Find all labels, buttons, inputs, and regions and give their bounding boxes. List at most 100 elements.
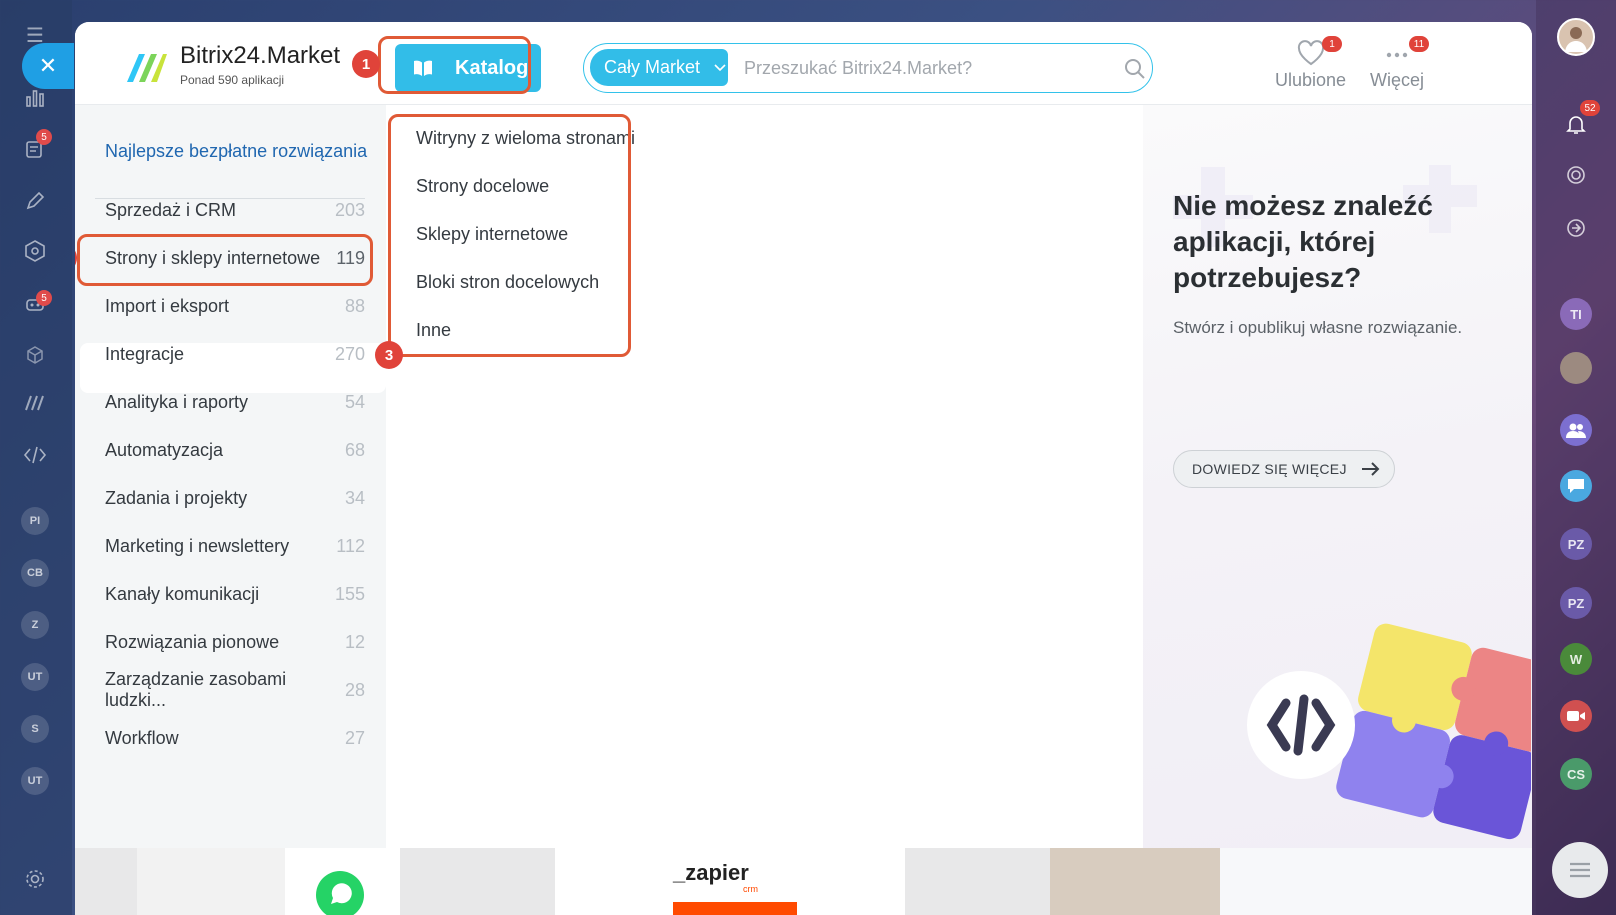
category-count: 119 bbox=[336, 247, 365, 268]
settings-gear-icon[interactable] bbox=[20, 864, 50, 894]
category-count: 112 bbox=[336, 535, 365, 556]
search-bar: Cały Market bbox=[583, 43, 1153, 93]
category-count: 54 bbox=[344, 391, 365, 412]
sidebar-avatar[interactable]: PI bbox=[21, 507, 49, 535]
sidebar-avatar[interactable]: Z bbox=[21, 611, 49, 639]
chat-bubble-icon[interactable] bbox=[1560, 470, 1592, 502]
category-item[interactable]: Marketing i newslettery 112 bbox=[105, 531, 365, 561]
sidebar-avatar[interactable]: UT bbox=[21, 767, 49, 795]
category-label: Marketing i newslettery bbox=[105, 535, 290, 556]
category-item[interactable]: Automatyzacja 68 bbox=[105, 435, 365, 465]
more-badge: 11 bbox=[1409, 36, 1429, 52]
cube-icon[interactable] bbox=[20, 340, 50, 370]
category-count: 27 bbox=[344, 727, 365, 748]
tasks-badge: 5 bbox=[36, 129, 52, 145]
subcategory-item[interactable]: Sklepy internetowe bbox=[416, 224, 568, 245]
category-count: 270 bbox=[334, 343, 365, 364]
favorites-label: Ulubione bbox=[1275, 70, 1347, 90]
video-call-icon[interactable] bbox=[1560, 700, 1592, 732]
contact-avatar-photo[interactable] bbox=[1560, 352, 1592, 384]
category-label: Strony i sklepy internetowe bbox=[105, 247, 321, 268]
category-label: Zarządzanie zasobami ludzki... bbox=[105, 669, 287, 710]
market-subtitle: Ponad 590 aplikacji bbox=[180, 73, 285, 87]
category-item[interactable]: Import i eksport 88 bbox=[105, 291, 365, 321]
menu-fab-button[interactable] bbox=[1552, 842, 1608, 898]
app-tile-zapier[interactable]: _zapier crm bbox=[555, 848, 905, 915]
learn-more-button[interactable]: DOWIEDZ SIĘ WIĘCEJ bbox=[1173, 450, 1395, 488]
robot-badge: 5 bbox=[36, 290, 52, 306]
app-tile-whatsapp[interactable] bbox=[285, 848, 400, 915]
market-panel: Bitrix24.Market Ponad 590 aplikacji Kata… bbox=[75, 22, 1532, 848]
search-scope-select[interactable]: Cały Market bbox=[590, 49, 728, 86]
learn-more-label: DOWIEDZ SIĘ WIĘCEJ bbox=[1192, 461, 1347, 477]
sidebar-avatar[interactable]: UT bbox=[21, 663, 49, 691]
category-item[interactable]: Workflow 27 bbox=[105, 723, 365, 753]
target-icon[interactable] bbox=[1560, 159, 1592, 191]
contact-avatar[interactable]: W bbox=[1560, 643, 1592, 675]
category-count: 203 bbox=[334, 199, 365, 220]
subcategory-item[interactable]: Inne bbox=[416, 320, 451, 341]
subcategory-item[interactable]: Bloki stron docelowych bbox=[416, 272, 599, 293]
search-icon[interactable] bbox=[1124, 58, 1146, 80]
promo-panel: Nie możesz znaleźć aplikacji, której pot… bbox=[1143, 105, 1532, 848]
category-label: Automatyzacja bbox=[105, 439, 224, 460]
zapier-bar bbox=[673, 902, 797, 915]
contact-avatar[interactable]: PZ bbox=[1560, 587, 1592, 619]
category-count: 88 bbox=[344, 295, 365, 316]
notifications-badge: 52 bbox=[1580, 100, 1600, 116]
list-menu-icon bbox=[1570, 862, 1590, 878]
category-count: 12 bbox=[344, 631, 365, 652]
chevron-down-icon bbox=[714, 63, 726, 71]
top-free-solutions-link[interactable]: Najlepsze bezpłatne rozwiązania bbox=[105, 141, 367, 162]
market-logo-icon bbox=[127, 54, 167, 82]
category-item[interactable]: Sprzedaż i CRM 203 bbox=[105, 195, 365, 225]
category-item[interactable]: Integracje 270 bbox=[105, 339, 365, 369]
search-chat-icon[interactable] bbox=[1560, 212, 1592, 244]
contact-avatar[interactable]: PZ bbox=[1560, 528, 1592, 560]
code-icon[interactable] bbox=[20, 440, 50, 470]
category-item[interactable]: Zadania i projekty 34 bbox=[105, 483, 365, 513]
search-scope-label: Cały Market bbox=[604, 57, 701, 77]
hexagon-icon[interactable] bbox=[20, 236, 50, 266]
market-icon[interactable] bbox=[20, 388, 50, 418]
pen-icon[interactable] bbox=[20, 186, 50, 216]
contact-avatar[interactable]: TI bbox=[1560, 298, 1592, 330]
sidebar-avatar[interactable]: S bbox=[21, 715, 49, 743]
category-item[interactable]: Analityka i raporty 54 bbox=[105, 387, 365, 417]
user-avatar[interactable] bbox=[1557, 18, 1595, 56]
category-count: 68 bbox=[344, 439, 365, 460]
annotation-marker: 1 bbox=[352, 50, 380, 78]
category-item[interactable]: Zarządzanie zasobami ludzki... 28 bbox=[105, 669, 365, 710]
open-book-icon bbox=[414, 60, 432, 76]
category-label: Analityka i raporty bbox=[105, 391, 249, 412]
catalog-button[interactable]: Katalog bbox=[395, 44, 541, 92]
category-label: Rozwiązania pionowe bbox=[105, 631, 280, 652]
left-app-sidebar: ☰ ✕ 5 5 PI CB Z UT S UT bbox=[0, 0, 74, 915]
category-item[interactable]: Kanały komunikacji 155 bbox=[105, 579, 365, 609]
category-count: 28 bbox=[344, 679, 365, 700]
app-tile-dashboard[interactable] bbox=[1220, 848, 1532, 915]
arrow-right-icon bbox=[1361, 462, 1380, 476]
category-label: Sprzedaż i CRM bbox=[105, 199, 237, 220]
category-item[interactable]: Rozwiązania pionowe 12 bbox=[105, 627, 365, 657]
subcategory-item[interactable]: Witryny z wieloma stronami bbox=[416, 128, 635, 149]
category-label: Zadania i projekty bbox=[105, 487, 248, 508]
sidebar-avatar[interactable]: CB bbox=[21, 559, 49, 587]
market-content-preview: _zapier crm bbox=[75, 848, 1532, 915]
group-chat-icon[interactable] bbox=[1560, 414, 1592, 446]
zapier-logo-text: _zapier bbox=[673, 860, 749, 885]
search-input[interactable] bbox=[744, 52, 1104, 84]
app-tile-photo[interactable] bbox=[1050, 848, 1220, 915]
zapier-sub-text: crm bbox=[743, 884, 758, 894]
whatsapp-logo-icon bbox=[316, 871, 364, 915]
more-label: Więcej bbox=[1370, 70, 1425, 90]
category-item-active[interactable]: Strony i sklepy internetowe 119 bbox=[105, 243, 365, 273]
category-label: Import i eksport bbox=[105, 295, 230, 316]
category-count: 155 bbox=[334, 583, 365, 604]
subcategory-item[interactable]: Strony docelowe bbox=[416, 176, 549, 197]
promo-title: Nie możesz znaleźć aplikacji, której pot… bbox=[1173, 190, 1433, 293]
contact-avatar[interactable]: CS bbox=[1560, 758, 1592, 790]
analytics-icon[interactable] bbox=[20, 83, 50, 113]
market-title: Bitrix24.Market bbox=[180, 42, 341, 69]
right-app-sidebar: 52 TI PZ PZ W CS bbox=[1536, 0, 1616, 915]
